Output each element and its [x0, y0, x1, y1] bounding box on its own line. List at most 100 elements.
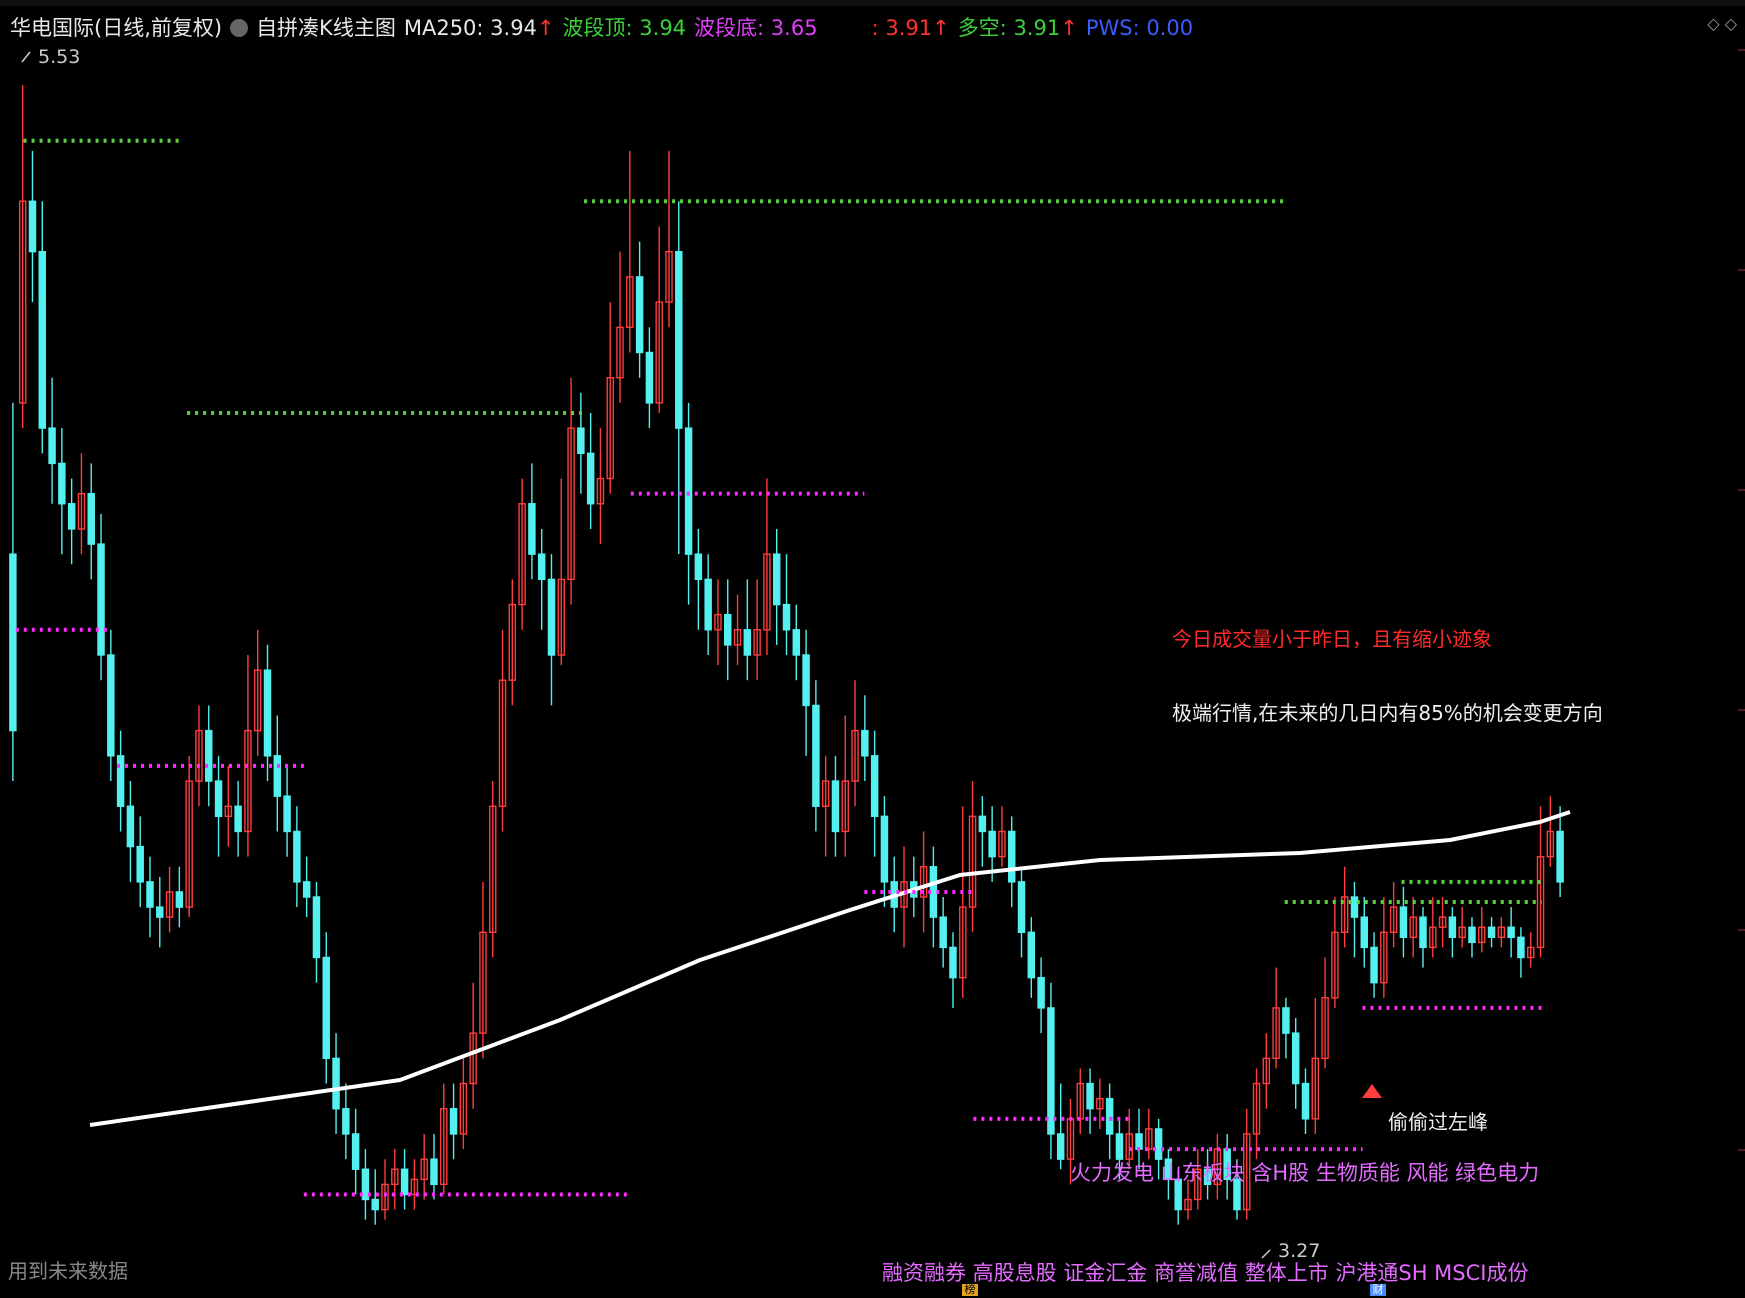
candle[interactable]: [361, 1168, 370, 1201]
candle[interactable]: [302, 881, 311, 898]
candle[interactable]: [1115, 1133, 1124, 1160]
candle[interactable]: [1017, 881, 1026, 933]
candle[interactable]: [273, 755, 282, 797]
diamond-icon[interactable]: ◇ ◇: [1707, 14, 1737, 33]
candle[interactable]: [1007, 830, 1016, 883]
candle[interactable]: [528, 503, 536, 555]
candle[interactable]: [67, 503, 76, 530]
high-arrow-icon: [21, 51, 31, 63]
candle[interactable]: [38, 250, 47, 429]
candle[interactable]: [371, 1198, 379, 1211]
candle[interactable]: [547, 578, 556, 656]
candle[interactable]: [772, 553, 781, 606]
candle[interactable]: [107, 654, 115, 757]
candle[interactable]: [1291, 1032, 1300, 1085]
settings-icon[interactable]: [230, 19, 249, 37]
candle[interactable]: [782, 603, 791, 631]
candle[interactable]: [1556, 830, 1564, 883]
candle[interactable]: [831, 780, 840, 833]
candle[interactable]: [675, 250, 683, 429]
candle[interactable]: [1301, 1082, 1310, 1120]
candle[interactable]: [234, 805, 242, 833]
candle[interactable]: [1360, 916, 1368, 949]
candle[interactable]: [635, 276, 644, 354]
candle[interactable]: [684, 427, 693, 555]
candle[interactable]: [586, 452, 595, 505]
candle[interactable]: [214, 780, 223, 818]
candle[interactable]: [126, 805, 135, 848]
candle[interactable]: [870, 755, 879, 818]
ma-arrow-icon: ↑: [536, 16, 555, 40]
candle[interactable]: [136, 845, 144, 883]
candle[interactable]: [1517, 936, 1525, 959]
candle[interactable]: [724, 613, 732, 646]
candle[interactable]: [97, 543, 105, 656]
candle[interactable]: [802, 654, 810, 707]
candle[interactable]: [400, 1168, 409, 1196]
candle[interactable]: [792, 629, 801, 656]
candle[interactable]: [743, 629, 752, 656]
candle[interactable]: [812, 704, 820, 807]
candle[interactable]: [28, 200, 37, 253]
candle[interactable]: [430, 1158, 438, 1186]
candle[interactable]: [1282, 1007, 1290, 1034]
blank-arrow-icon: ↑: [932, 16, 950, 40]
candle[interactable]: [146, 881, 154, 908]
candle[interactable]: [1507, 926, 1515, 939]
candle[interactable]: [1135, 1133, 1143, 1150]
candle[interactable]: [1487, 926, 1496, 939]
candle[interactable]: [645, 351, 654, 404]
candle[interactable]: [116, 755, 125, 807]
blank-value: : 3.91↑: [871, 16, 950, 40]
candle[interactable]: [9, 553, 17, 732]
candle[interactable]: [205, 729, 213, 782]
candle[interactable]: [537, 553, 546, 581]
candle[interactable]: [283, 795, 291, 833]
candle[interactable]: [978, 815, 987, 833]
top-value: 波段顶: 3.94: [562, 16, 687, 40]
candle[interactable]: [48, 427, 56, 465]
stock-title[interactable]: 华电国际(日线,前复权): [10, 16, 222, 40]
candle[interactable]: [58, 462, 66, 505]
buy-signal-icon: [1362, 1084, 1382, 1098]
candle[interactable]: [1027, 931, 1036, 979]
candle[interactable]: [694, 553, 703, 581]
concept-tags-row1: 火力发电 山东板块 含H股 生物质能 风能 绿色电力: [1070, 1161, 1540, 1185]
candle[interactable]: [861, 729, 869, 757]
candle[interactable]: [1047, 1007, 1055, 1135]
ma250-value: MA250: 3.94↑: [403, 16, 555, 40]
candle[interactable]: [1105, 1097, 1114, 1135]
candle[interactable]: [449, 1108, 458, 1135]
candle[interactable]: [1468, 926, 1476, 944]
finance-badge-icon[interactable]: 财: [1370, 1284, 1386, 1296]
candle[interactable]: [949, 946, 957, 979]
candle[interactable]: [939, 916, 947, 949]
candle[interactable]: [704, 578, 712, 631]
candle[interactable]: [1399, 906, 1408, 939]
candle[interactable]: [1370, 946, 1378, 984]
candle[interactable]: [880, 815, 889, 883]
indicator-name[interactable]: 自拼凑K线主图: [256, 16, 396, 40]
candle[interactable]: [351, 1133, 360, 1170]
candle[interactable]: [263, 669, 272, 757]
candle[interactable]: [1419, 916, 1427, 949]
candle[interactable]: [1037, 976, 1045, 1009]
candle[interactable]: [342, 1108, 350, 1135]
candle[interactable]: [332, 1057, 340, 1110]
pws-value: PWS: 0.00: [1085, 16, 1194, 40]
candle[interactable]: [322, 956, 330, 1060]
candle[interactable]: [293, 830, 301, 883]
candle[interactable]: [312, 896, 321, 959]
ranking-badge-icon[interactable]: 榜: [962, 1284, 978, 1296]
candle[interactable]: [1154, 1128, 1163, 1160]
candle[interactable]: [87, 492, 95, 545]
candle[interactable]: [1350, 896, 1359, 918]
candle[interactable]: [1448, 916, 1457, 939]
candle[interactable]: [1086, 1082, 1094, 1110]
ma250-line: [89, 810, 1571, 1127]
candle[interactable]: [175, 891, 184, 908]
candle[interactable]: [988, 830, 996, 858]
candle[interactable]: [1056, 1133, 1065, 1160]
candle[interactable]: [156, 906, 164, 918]
candle[interactable]: [577, 427, 585, 455]
